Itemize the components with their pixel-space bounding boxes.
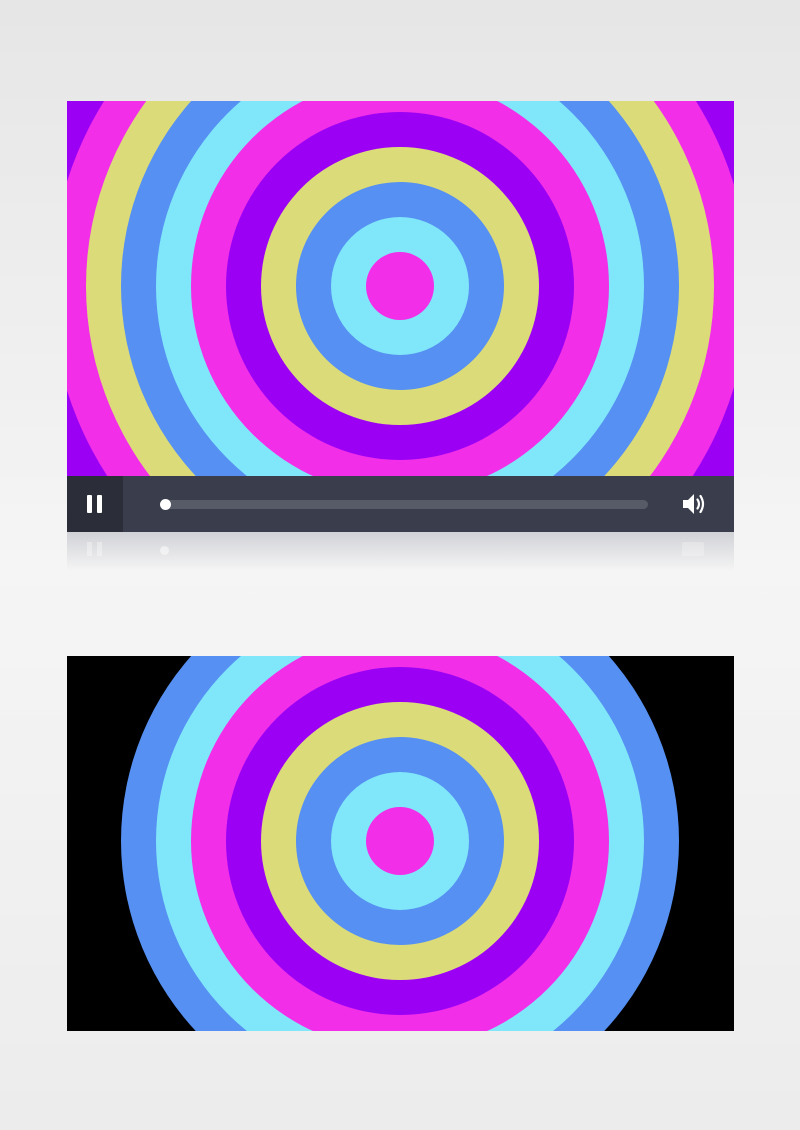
video-preview-frame	[67, 656, 734, 1031]
reflected-scrubber-dot	[160, 546, 169, 555]
volume-high-icon	[683, 494, 705, 514]
progress-track[interactable]	[161, 500, 648, 509]
pause-button[interactable]	[67, 476, 123, 532]
reflected-volume-icon	[682, 542, 704, 556]
concentric-rings-preview	[121, 656, 679, 1031]
volume-button[interactable]	[679, 490, 709, 518]
ring-11	[366, 252, 434, 320]
reflected-pause-icon	[87, 542, 103, 556]
concentric-rings-animation	[67, 101, 734, 476]
pause-icon	[87, 495, 103, 513]
reflection-gradient	[67, 532, 734, 572]
preview-ring-8	[366, 807, 434, 875]
video-frame[interactable]	[67, 101, 734, 476]
video-player	[67, 101, 734, 532]
player-reflection	[67, 532, 734, 572]
progress-scrubber-handle[interactable]	[160, 499, 171, 510]
player-controls-bar	[67, 476, 734, 532]
